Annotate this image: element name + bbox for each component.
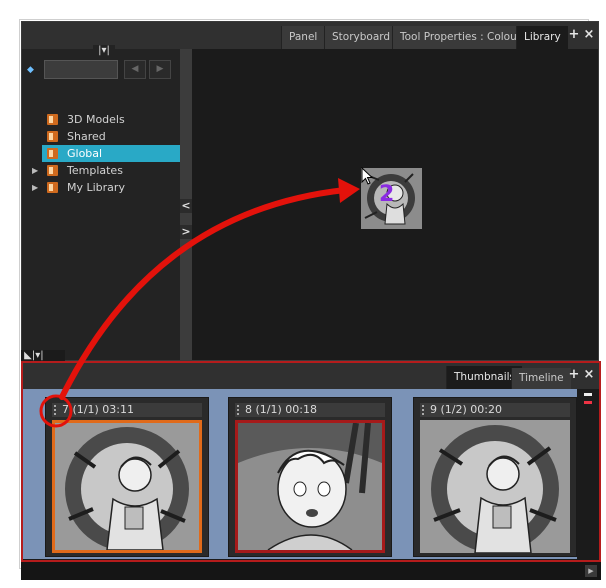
folder-icon bbox=[47, 148, 58, 159]
tree-item-label: My Library bbox=[67, 181, 125, 194]
tree-item-label: Templates bbox=[67, 164, 123, 177]
tree-item-my-library[interactable]: ▶ My Library bbox=[22, 179, 180, 196]
library-tree: 3D Models Shared Global ▶ Templates ▶ My… bbox=[22, 111, 180, 196]
add-view-button[interactable]: + bbox=[567, 28, 581, 42]
tab-timeline[interactable]: Timeline bbox=[511, 368, 571, 389]
tab-panel[interactable]: Panel bbox=[281, 26, 325, 49]
close-view-button[interactable]: × bbox=[582, 368, 596, 382]
drag-handle-icon[interactable] bbox=[422, 405, 427, 415]
folder-icon bbox=[47, 165, 58, 176]
tree-item-templates[interactable]: ▶ Templates bbox=[22, 162, 180, 179]
nav-forward-button[interactable]: ▶ bbox=[149, 60, 171, 79]
pane-splitter[interactable]: < > bbox=[180, 49, 192, 360]
close-view-button[interactable]: × bbox=[582, 28, 596, 42]
tree-item-global[interactable]: Global bbox=[42, 145, 180, 162]
panel-image bbox=[52, 420, 202, 553]
tree-item-shared[interactable]: Shared bbox=[22, 128, 180, 145]
panel-label: 7 (1/1) 03:11 bbox=[52, 403, 202, 417]
expand-right-icon[interactable]: > bbox=[180, 225, 192, 239]
tab-tool-properties[interactable]: Tool Properties : Colour bbox=[392, 26, 529, 49]
collapse-toolbar-icon[interactable]: |▾| bbox=[93, 45, 115, 57]
tree-item-3d-models[interactable]: 3D Models bbox=[22, 111, 180, 128]
marker-icon bbox=[584, 401, 592, 404]
tree-item-label: 3D Models bbox=[67, 113, 125, 126]
panel-label-text: 8 (1/1) 00:18 bbox=[245, 403, 317, 416]
tab-storyboard[interactable]: Storyboard bbox=[324, 26, 398, 49]
drag-count-badge: 2 bbox=[379, 182, 395, 207]
drag-handle-icon[interactable] bbox=[54, 405, 59, 415]
mouse-pointer-icon bbox=[361, 167, 374, 185]
library-tree-pane: |▾| ◆ ◀ ▶ 3D Models Shared Global ▶ Temp… bbox=[22, 45, 180, 360]
panel-drawing-icon bbox=[420, 420, 570, 553]
tab-library[interactable]: Library bbox=[516, 26, 568, 49]
panel-label-text: 7 (1/1) 03:11 bbox=[62, 403, 134, 416]
thumbnails-tabbar: Thumbnails Timeline + × bbox=[23, 363, 599, 389]
tree-item-label: Global bbox=[67, 147, 103, 160]
search-input[interactable] bbox=[44, 60, 118, 79]
panel-thumbnail-9[interactable]: 9 (1/2) 00:20 bbox=[413, 397, 577, 557]
expand-arrow-icon[interactable]: ▶ bbox=[32, 162, 38, 179]
library-view: Panel Storyboard Tool Properties : Colou… bbox=[21, 21, 599, 361]
panel-image bbox=[235, 420, 385, 553]
scroll-right-icon[interactable]: ▶ bbox=[585, 565, 597, 577]
panel-thumbnail-7[interactable]: 7 (1/1) 03:11 bbox=[45, 397, 209, 557]
panel-drawing-icon bbox=[55, 423, 199, 550]
folder-icon bbox=[47, 182, 58, 193]
folder-icon bbox=[47, 131, 58, 142]
thumbnail-strip[interactable]: 7 (1/1) 03:11 8 (1/1) 00:18 9 (1/2) 00:2… bbox=[23, 389, 577, 559]
strip-side-bar[interactable] bbox=[577, 389, 599, 559]
collapse-left-icon[interactable]: < bbox=[180, 199, 192, 213]
panel-drawing-icon bbox=[238, 423, 382, 550]
tree-item-label: Shared bbox=[67, 130, 106, 143]
panel-image bbox=[420, 420, 570, 553]
marker-icon bbox=[584, 393, 592, 396]
panel-label: 8 (1/1) 00:18 bbox=[235, 403, 385, 417]
expand-arrow-icon[interactable]: ▶ bbox=[32, 179, 38, 196]
panel-label: 9 (1/2) 00:20 bbox=[420, 403, 570, 417]
panel-label-text: 9 (1/2) 00:20 bbox=[430, 403, 502, 416]
nav-back-button[interactable]: ◀ bbox=[124, 60, 146, 79]
folder-icon bbox=[47, 114, 58, 125]
thumbnails-view: Thumbnails Timeline + × 7 (1/1) 03:11 8 … bbox=[21, 361, 601, 562]
panel-thumbnail-8[interactable]: 8 (1/1) 00:18 bbox=[228, 397, 392, 557]
drag-handle-icon[interactable] bbox=[237, 405, 242, 415]
search-icon: ◆ bbox=[27, 65, 34, 75]
horizontal-scrollbar[interactable]: ▶ bbox=[21, 562, 601, 580]
library-viewer[interactable]: 2 bbox=[192, 49, 598, 360]
add-view-button[interactable]: + bbox=[567, 368, 581, 382]
